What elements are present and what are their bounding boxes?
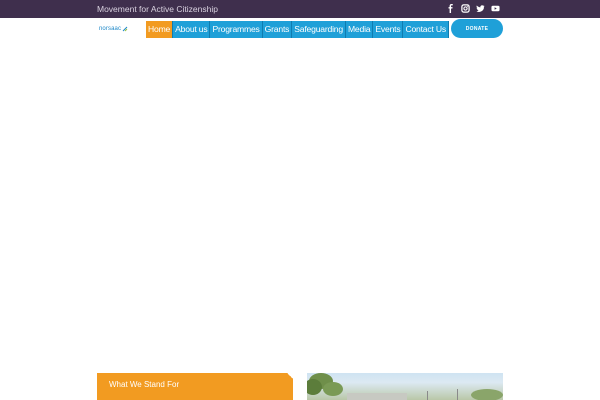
logo[interactable]: norsaac xyxy=(99,24,128,34)
nav-item-events[interactable]: Events xyxy=(373,21,404,38)
nav-item-programmes[interactable]: Programmes xyxy=(210,21,263,38)
logo-text: norsaac xyxy=(99,26,122,32)
nav-item-about-us[interactable]: About us xyxy=(173,21,211,38)
social-links xyxy=(446,3,500,14)
instagram-icon[interactable] xyxy=(461,3,470,14)
tagline: Movement for Active Citizenship xyxy=(97,4,218,14)
stand-card-title: What We Stand For xyxy=(109,380,180,389)
feature-photo xyxy=(307,373,503,400)
top-bar: Movement for Active Citizenship xyxy=(0,0,600,18)
tree-photo-image xyxy=(307,373,503,400)
donate-button[interactable]: DONATE xyxy=(451,19,503,38)
twitter-icon[interactable] xyxy=(476,3,485,14)
card-corner-fold xyxy=(287,373,293,379)
nav-item-contact-us[interactable]: Contact Us xyxy=(403,21,449,38)
nav-item-media[interactable]: Media xyxy=(345,21,374,38)
logo-mark-icon xyxy=(122,26,128,32)
facebook-icon[interactable] xyxy=(446,3,455,14)
what-we-stand-for-card[interactable]: What We Stand For xyxy=(97,373,293,400)
nav-item-grants[interactable]: Grants xyxy=(262,21,293,38)
nav-item-safeguarding[interactable]: Safeguarding xyxy=(292,21,346,38)
nav-item-home[interactable]: Home xyxy=(146,21,174,38)
main-nav: Home About us Programmes Grants Safeguar… xyxy=(146,21,449,38)
youtube-icon[interactable] xyxy=(491,3,500,14)
